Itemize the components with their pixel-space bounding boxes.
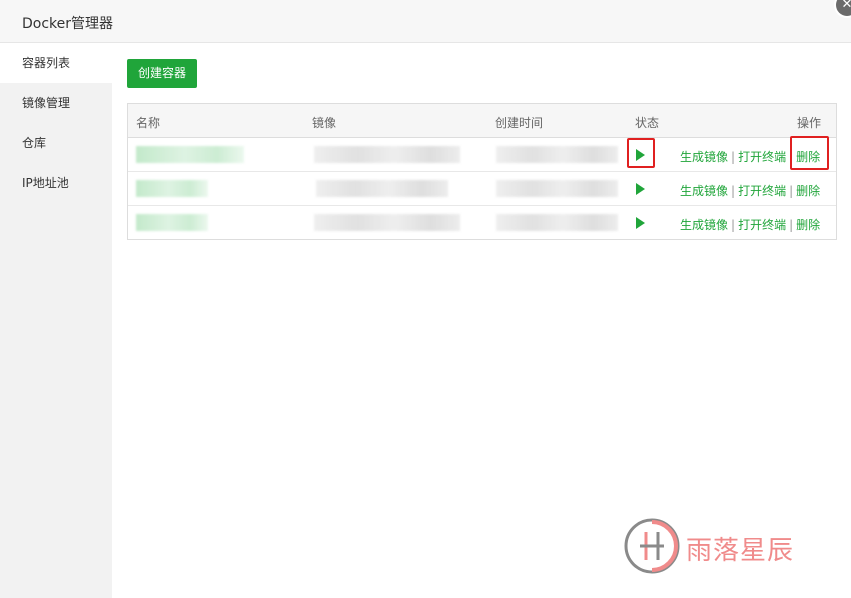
image-name-redacted (316, 180, 448, 197)
create-image-link[interactable]: 生成镜像 (680, 150, 728, 164)
create-container-button[interactable]: 创建容器 (127, 59, 197, 88)
column-header-image: 镜像 (312, 116, 337, 130)
docker-manager-dialog: Docker管理器 ✕ 容器列表 镜像管理 仓库 IP地址池 创建容器 名称 镜… (0, 0, 851, 598)
table-header: 名称 镜像 创建时间 状态 操作 (128, 104, 836, 138)
column-header-name: 名称 (136, 116, 161, 130)
delete-link[interactable]: 删除 (796, 184, 820, 198)
container-name-redacted[interactable] (136, 214, 208, 231)
table-row: 生成镜像 | 打开终端 | 删除 (128, 138, 836, 172)
column-header-actions: 操作 (797, 116, 822, 130)
table-row: 生成镜像 | 打开终端 | 删除 (128, 206, 836, 240)
sidebar-item-label: 仓库 (22, 136, 47, 150)
watermark-text: 雨落星辰 (686, 536, 795, 566)
sidebar-item-ip-pool[interactable]: IP地址池 (0, 163, 112, 203)
image-name-redacted (314, 214, 460, 231)
open-terminal-link[interactable]: 打开终端 (738, 150, 786, 164)
create-image-link[interactable]: 生成镜像 (680, 184, 728, 198)
container-name-redacted[interactable] (136, 146, 244, 163)
watermark: 雨落星辰 (622, 516, 822, 576)
column-header-created: 创建时间 (495, 116, 544, 130)
table-row: 生成镜像 | 打开终端 | 删除 (128, 172, 836, 206)
create-image-link[interactable]: 生成镜像 (680, 218, 728, 232)
sidebar: 容器列表 镜像管理 仓库 IP地址池 (0, 43, 112, 598)
dialog-titlebar: Docker管理器 (0, 0, 851, 43)
open-terminal-link[interactable]: 打开终端 (738, 184, 786, 198)
image-name-redacted (314, 146, 460, 163)
play-icon[interactable] (636, 183, 645, 195)
sidebar-item-container-list[interactable]: 容器列表 (0, 43, 112, 83)
sidebar-item-repository[interactable]: 仓库 (0, 123, 112, 163)
sidebar-item-label: 容器列表 (22, 56, 71, 70)
container-name-redacted[interactable] (136, 180, 208, 197)
row-actions: 生成镜像 | 打开终端 | 删除 (680, 218, 821, 232)
created-time-redacted (496, 214, 618, 231)
sidebar-item-image-management[interactable]: 镜像管理 (0, 83, 112, 123)
sidebar-item-label: 镜像管理 (22, 96, 71, 110)
open-terminal-link[interactable]: 打开终端 (738, 218, 786, 232)
main-content: 创建容器 名称 镜像 创建时间 状态 操作 生成镜像 | 打开终端 | 删除 生… (112, 43, 851, 598)
created-time-redacted (496, 180, 618, 197)
delete-highlight-box (790, 136, 829, 170)
play-icon[interactable] (636, 217, 645, 229)
delete-link[interactable]: 删除 (796, 218, 820, 232)
watermark-logo-icon (624, 518, 680, 574)
container-table: 名称 镜像 创建时间 状态 操作 生成镜像 | 打开终端 | 删除 生成镜像 |… (127, 103, 837, 240)
created-time-redacted (496, 146, 618, 163)
row-actions: 生成镜像 | 打开终端 | 删除 (680, 184, 821, 198)
dialog-title: Docker管理器 (22, 16, 114, 32)
column-header-status: 状态 (635, 116, 660, 130)
play-highlight-box (627, 138, 655, 168)
sidebar-item-label: IP地址池 (22, 176, 69, 190)
